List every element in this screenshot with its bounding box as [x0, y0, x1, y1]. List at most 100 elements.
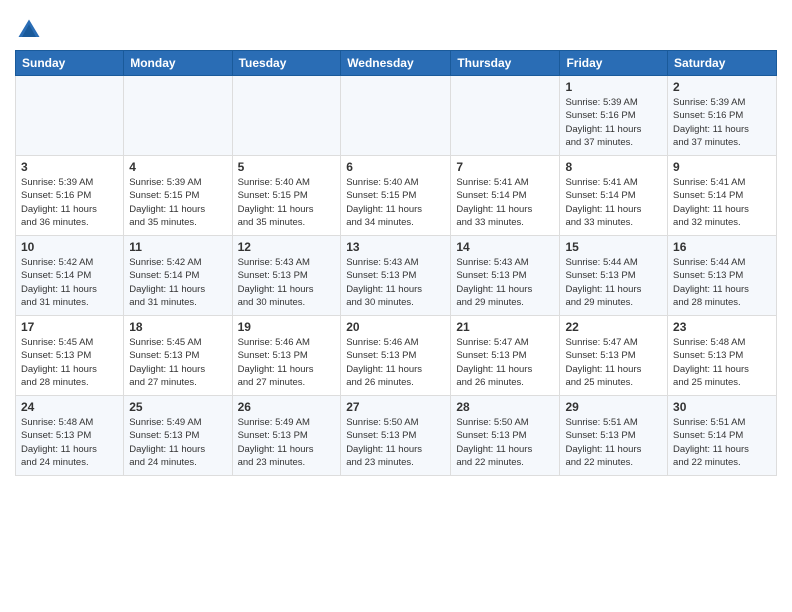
- day-info: Sunrise: 5:51 AM Sunset: 5:13 PM Dayligh…: [565, 416, 662, 469]
- calendar-cell: 25Sunrise: 5:49 AM Sunset: 5:13 PM Dayli…: [124, 396, 232, 476]
- day-info: Sunrise: 5:40 AM Sunset: 5:15 PM Dayligh…: [346, 176, 445, 229]
- day-number: 4: [129, 160, 226, 174]
- day-number: 14: [456, 240, 554, 254]
- calendar-cell: 22 Sunrise: 5:47 AM Sunset: 5:13 PM Dayli…: [560, 316, 668, 396]
- day-info: Sunrise: 5:43 AM Sunset: 5:13 PM Dayligh…: [346, 256, 445, 309]
- calendar-week-3: 10 Sunrise: 5:42 AM Sunset: 5:14 PM Dayli…: [16, 236, 777, 316]
- day-info: Sunrise: 5:48 AM Sunset: 5:13 PM Dayligh…: [21, 416, 118, 469]
- day-number: 25: [129, 400, 226, 414]
- day-info: Sunrise: 5:39 AM Sunset: 5:16 PM Dayligh…: [21, 176, 118, 229]
- calendar-cell: [16, 76, 124, 156]
- day-info: Sunrise: 5:41 AM Sunset: 5:14 PM Dayligh…: [673, 176, 771, 229]
- calendar-week-1: 1Sunrise: 5:39 AM Sunset: 5:16 PM Daylig…: [16, 76, 777, 156]
- calendar-cell: 13Sunrise: 5:43 AM Sunset: 5:13 PM Dayli…: [341, 236, 451, 316]
- calendar-cell: 19 Sunrise: 5:46 AM Sunset: 5:13 PM Dayli…: [232, 316, 341, 396]
- calendar-cell: 10 Sunrise: 5:42 AM Sunset: 5:14 PM Dayli…: [16, 236, 124, 316]
- calendar-header-monday: Monday: [124, 51, 232, 76]
- day-info: Sunrise: 5:39 AM Sunset: 5:16 PM Dayligh…: [673, 96, 771, 149]
- calendar-cell: 16 Sunrise: 5:44 AM Sunset: 5:13 PM Dayli…: [668, 236, 777, 316]
- calendar-cell: 4 Sunrise: 5:39 AM Sunset: 5:15 PM Daylig…: [124, 156, 232, 236]
- day-number: 9: [673, 160, 771, 174]
- day-info: Sunrise: 5:49 AM Sunset: 5:13 PM Dayligh…: [238, 416, 336, 469]
- calendar-cell: [451, 76, 560, 156]
- calendar-cell: 14 Sunrise: 5:43 AM Sunset: 5:13 PM Dayli…: [451, 236, 560, 316]
- day-info: Sunrise: 5:51 AM Sunset: 5:14 PM Dayligh…: [673, 416, 771, 469]
- day-info: Sunrise: 5:50 AM Sunset: 5:13 PM Dayligh…: [456, 416, 554, 469]
- day-info: Sunrise: 5:42 AM Sunset: 5:14 PM Dayligh…: [129, 256, 226, 309]
- day-number: 10: [21, 240, 118, 254]
- calendar-cell: 11Sunrise: 5:42 AM Sunset: 5:14 PM Dayli…: [124, 236, 232, 316]
- calendar-header-friday: Friday: [560, 51, 668, 76]
- day-info: Sunrise: 5:44 AM Sunset: 5:13 PM Dayligh…: [565, 256, 662, 309]
- calendar-cell: 8 Sunrise: 5:41 AM Sunset: 5:14 PM Daylig…: [560, 156, 668, 236]
- calendar-cell: 9 Sunrise: 5:41 AM Sunset: 5:14 PM Daylig…: [668, 156, 777, 236]
- day-info: Sunrise: 5:43 AM Sunset: 5:13 PM Dayligh…: [456, 256, 554, 309]
- day-number: 23: [673, 320, 771, 334]
- day-number: 12: [238, 240, 336, 254]
- calendar-cell: 3 Sunrise: 5:39 AM Sunset: 5:16 PM Daylig…: [16, 156, 124, 236]
- day-info: Sunrise: 5:39 AM Sunset: 5:15 PM Dayligh…: [129, 176, 226, 229]
- day-info: Sunrise: 5:40 AM Sunset: 5:15 PM Dayligh…: [238, 176, 336, 229]
- day-number: 20: [346, 320, 445, 334]
- day-info: Sunrise: 5:47 AM Sunset: 5:13 PM Dayligh…: [456, 336, 554, 389]
- day-number: 5: [238, 160, 336, 174]
- day-number: 29: [565, 400, 662, 414]
- day-number: 16: [673, 240, 771, 254]
- day-number: 28: [456, 400, 554, 414]
- calendar-cell: 17 Sunrise: 5:45 AM Sunset: 5:13 PM Dayli…: [16, 316, 124, 396]
- page-header: [15, 10, 777, 44]
- calendar-cell: 18 Sunrise: 5:45 AM Sunset: 5:13 PM Dayli…: [124, 316, 232, 396]
- day-number: 19: [238, 320, 336, 334]
- logo-icon: [15, 16, 43, 44]
- calendar-cell: 28 Sunrise: 5:50 AM Sunset: 5:13 PM Dayli…: [451, 396, 560, 476]
- day-number: 17: [21, 320, 118, 334]
- day-number: 21: [456, 320, 554, 334]
- day-number: 24: [21, 400, 118, 414]
- day-number: 18: [129, 320, 226, 334]
- calendar-cell: [124, 76, 232, 156]
- day-number: 6: [346, 160, 445, 174]
- calendar-week-4: 17 Sunrise: 5:45 AM Sunset: 5:13 PM Dayli…: [16, 316, 777, 396]
- calendar-header-sunday: Sunday: [16, 51, 124, 76]
- calendar-week-2: 3 Sunrise: 5:39 AM Sunset: 5:16 PM Daylig…: [16, 156, 777, 236]
- calendar-header-saturday: Saturday: [668, 51, 777, 76]
- day-info: Sunrise: 5:50 AM Sunset: 5:13 PM Dayligh…: [346, 416, 445, 469]
- calendar-cell: 20 Sunrise: 5:46 AM Sunset: 5:13 PM Dayli…: [341, 316, 451, 396]
- calendar-cell: 29 Sunrise: 5:51 AM Sunset: 5:13 PM Dayli…: [560, 396, 668, 476]
- calendar-header-tuesday: Tuesday: [232, 51, 341, 76]
- calendar-header-thursday: Thursday: [451, 51, 560, 76]
- calendar-cell: 26 Sunrise: 5:49 AM Sunset: 5:13 PM Dayli…: [232, 396, 341, 476]
- day-info: Sunrise: 5:46 AM Sunset: 5:13 PM Dayligh…: [238, 336, 336, 389]
- day-info: Sunrise: 5:43 AM Sunset: 5:13 PM Dayligh…: [238, 256, 336, 309]
- day-number: 22: [565, 320, 662, 334]
- calendar-header-wednesday: Wednesday: [341, 51, 451, 76]
- day-number: 26: [238, 400, 336, 414]
- day-number: 7: [456, 160, 554, 174]
- calendar-cell: [232, 76, 341, 156]
- day-info: Sunrise: 5:45 AM Sunset: 5:13 PM Dayligh…: [129, 336, 226, 389]
- day-number: 3: [21, 160, 118, 174]
- calendar-cell: 23Sunrise: 5:48 AM Sunset: 5:13 PM Dayli…: [668, 316, 777, 396]
- calendar-week-5: 24 Sunrise: 5:48 AM Sunset: 5:13 PM Dayli…: [16, 396, 777, 476]
- calendar-cell: 6 Sunrise: 5:40 AM Sunset: 5:15 PM Daylig…: [341, 156, 451, 236]
- calendar-cell: 15Sunrise: 5:44 AM Sunset: 5:13 PM Dayli…: [560, 236, 668, 316]
- calendar-cell: 21 Sunrise: 5:47 AM Sunset: 5:13 PM Dayli…: [451, 316, 560, 396]
- day-number: 2: [673, 80, 771, 94]
- day-number: 8: [565, 160, 662, 174]
- day-info: Sunrise: 5:46 AM Sunset: 5:13 PM Dayligh…: [346, 336, 445, 389]
- calendar-cell: 2 Sunrise: 5:39 AM Sunset: 5:16 PM Daylig…: [668, 76, 777, 156]
- day-number: 30: [673, 400, 771, 414]
- day-info: Sunrise: 5:42 AM Sunset: 5:14 PM Dayligh…: [21, 256, 118, 309]
- calendar-cell: 7Sunrise: 5:41 AM Sunset: 5:14 PM Daylig…: [451, 156, 560, 236]
- day-info: Sunrise: 5:47 AM Sunset: 5:13 PM Dayligh…: [565, 336, 662, 389]
- calendar-cell: [341, 76, 451, 156]
- calendar-cell: 27Sunrise: 5:50 AM Sunset: 5:13 PM Dayli…: [341, 396, 451, 476]
- day-info: Sunrise: 5:45 AM Sunset: 5:13 PM Dayligh…: [21, 336, 118, 389]
- calendar-header-row: SundayMondayTuesdayWednesdayThursdayFrid…: [16, 51, 777, 76]
- logo: [15, 10, 47, 44]
- day-info: Sunrise: 5:44 AM Sunset: 5:13 PM Dayligh…: [673, 256, 771, 309]
- day-info: Sunrise: 5:41 AM Sunset: 5:14 PM Dayligh…: [565, 176, 662, 229]
- calendar-cell: 24 Sunrise: 5:48 AM Sunset: 5:13 PM Dayli…: [16, 396, 124, 476]
- calendar-body: 1Sunrise: 5:39 AM Sunset: 5:16 PM Daylig…: [16, 76, 777, 476]
- calendar-cell: 12 Sunrise: 5:43 AM Sunset: 5:13 PM Dayli…: [232, 236, 341, 316]
